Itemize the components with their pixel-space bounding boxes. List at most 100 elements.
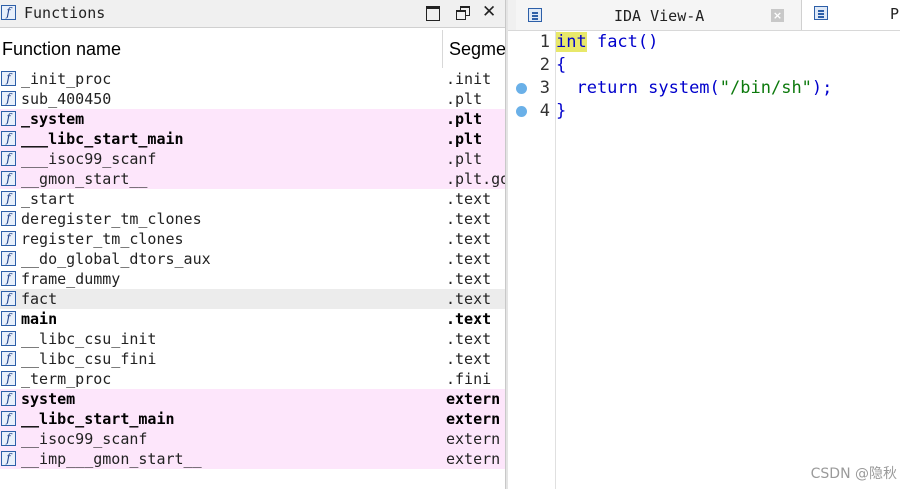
function-icon: [1, 351, 16, 366]
function-icon: [1, 231, 16, 246]
function-icon: [1, 291, 16, 306]
function-name: __libc_csu_fini: [21, 350, 157, 368]
tab-ida-view-a[interactable]: IDA View-A ×: [516, 0, 802, 30]
function-segment: .plt.got: [446, 170, 506, 188]
pseudocode-editor[interactable]: 1234 int fact(){ return system("/bin/sh"…: [508, 31, 900, 489]
functions-list: _init_proc .init sub_400450 .plt _system .plt…: [0, 69, 506, 469]
function-name: __imp___gmon_start__: [21, 450, 202, 468]
function-row[interactable]: system extern: [0, 389, 506, 409]
function-row[interactable]: ___libc_start_main .plt: [0, 129, 506, 149]
tab-label: Ps: [890, 5, 900, 23]
code-line[interactable]: int fact(): [556, 31, 658, 54]
code-token: int: [556, 32, 587, 52]
code-line[interactable]: }: [556, 100, 566, 123]
code-view-panel: IDA View-A × Ps 1234 int fact(){ return …: [508, 0, 900, 489]
function-name: _system: [21, 110, 85, 128]
line-number: 2: [539, 55, 550, 75]
function-row[interactable]: _init_proc .init: [0, 69, 506, 89]
function-row[interactable]: _term_proc .fini: [0, 369, 506, 389]
function-icon: [1, 251, 16, 266]
function-segment: extern: [446, 410, 501, 428]
watermark: CSDN @隐秋: [810, 466, 897, 482]
function-segment: .init: [446, 70, 492, 88]
code-line[interactable]: return system("/bin/sh");: [556, 77, 832, 100]
breakpoint-marker-icon[interactable]: [516, 106, 527, 117]
function-icon: [1, 131, 16, 146]
function-row[interactable]: frame_dummy .text: [0, 269, 506, 289]
tab-label: IDA View-A: [614, 7, 705, 25]
function-icon: [1, 451, 16, 466]
function-icon: [1, 271, 16, 286]
function-row[interactable]: register_tm_clones .text: [0, 229, 506, 249]
function-icon: [1, 211, 16, 226]
function-icon: [1, 411, 16, 426]
functions-panel-titlebar: Functions ✕: [0, 0, 506, 28]
function-name: main: [21, 310, 58, 328]
code-token: );: [811, 78, 833, 98]
function-segment: .text: [446, 290, 492, 308]
function-row[interactable]: main .text: [0, 309, 506, 329]
function-name: ___libc_start_main: [21, 130, 184, 148]
function-row[interactable]: __imp___gmon_start__ extern: [0, 449, 506, 469]
function-icon: [1, 431, 16, 446]
code-token: fact: [586, 32, 638, 52]
breakpoint-marker-icon[interactable]: [516, 83, 527, 94]
function-segment: .plt: [446, 150, 483, 168]
function-segment: extern: [446, 430, 501, 448]
function-segment: .text: [446, 270, 492, 288]
function-icon: [1, 171, 16, 186]
function-row[interactable]: sub_400450 .plt: [0, 89, 506, 109]
function-row[interactable]: fact .text: [0, 289, 506, 309]
line-number: 1: [539, 32, 550, 52]
tab-bar: IDA View-A × Ps: [508, 0, 900, 31]
function-row[interactable]: __gmon_start__ .plt.got: [0, 169, 506, 189]
function-row[interactable]: _system .plt: [0, 109, 506, 129]
code-line[interactable]: {: [556, 54, 566, 77]
function-icon: [1, 371, 16, 386]
function-name: sub_400450: [21, 90, 112, 108]
function-segment: extern: [446, 390, 501, 408]
float-window-icon[interactable]: [455, 5, 471, 21]
code-token: system: [637, 78, 710, 98]
functions-panel: Functions ✕ Function name Segment _init_…: [0, 0, 506, 489]
function-row[interactable]: deregister_tm_clones .text: [0, 209, 506, 229]
function-name: ___isoc99_scanf: [21, 150, 157, 168]
code-token: return: [556, 78, 638, 98]
document-icon: [814, 6, 828, 20]
function-row[interactable]: __libc_csu_fini .text: [0, 349, 506, 369]
close-icon[interactable]: ✕: [482, 3, 498, 21]
function-name: __gmon_start__: [21, 170, 148, 188]
function-icon: [1, 71, 16, 86]
tab-pseudocode[interactable]: Ps: [802, 0, 900, 30]
code-token: "/bin/sh": [719, 78, 812, 98]
function-name: __libc_csu_init: [21, 330, 157, 348]
code-token: (: [709, 78, 720, 98]
code-token: {: [556, 55, 567, 75]
function-name: __do_global_dtors_aux: [21, 250, 211, 268]
tab-close-icon[interactable]: ×: [771, 9, 784, 22]
function-icon: [1, 111, 16, 126]
function-row[interactable]: ___isoc99_scanf .plt: [0, 149, 506, 169]
document-icon: [528, 8, 542, 22]
column-header-function-name[interactable]: Function name: [2, 39, 121, 60]
function-segment: .plt: [446, 130, 483, 148]
maximize-icon[interactable]: [425, 5, 441, 21]
function-icon: [1, 311, 16, 326]
function-row[interactable]: __isoc99_scanf extern: [0, 429, 506, 449]
function-segment: .plt: [446, 90, 483, 108]
function-name: __isoc99_scanf: [21, 430, 148, 448]
function-row[interactable]: _start .text: [0, 189, 506, 209]
function-row[interactable]: __libc_start_main extern: [0, 409, 506, 429]
functions-table-header: Function name Segment: [0, 30, 506, 68]
function-segment: .text: [446, 250, 492, 268]
column-resize-handle[interactable]: [442, 30, 443, 68]
function-name: fact: [21, 290, 58, 308]
column-header-segment[interactable]: Segment: [449, 39, 506, 60]
function-row[interactable]: __libc_csu_init .text: [0, 329, 506, 349]
function-name: deregister_tm_clones: [21, 210, 202, 228]
function-segment: .text: [446, 350, 492, 368]
function-row[interactable]: __do_global_dtors_aux .text: [0, 249, 506, 269]
function-segment: .text: [446, 210, 492, 228]
function-name: _term_proc: [21, 370, 112, 388]
code-token: }: [556, 101, 567, 121]
